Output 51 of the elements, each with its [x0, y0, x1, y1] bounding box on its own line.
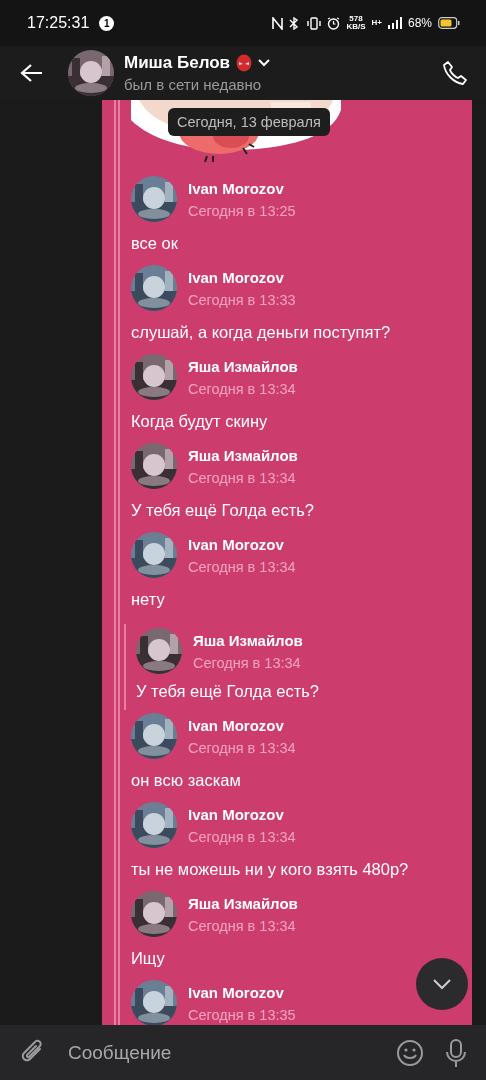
nfc-icon	[272, 16, 284, 30]
author-name: Ivan Morozov	[188, 535, 285, 553]
contact-name: Миша Белов	[124, 53, 231, 73]
author-name: Ivan Morozov	[188, 179, 285, 197]
contact-status: был в сети недавно	[124, 76, 263, 93]
message-time: Сегодня в 13:25	[188, 202, 296, 219]
mask-icon	[236, 54, 253, 72]
message-text: нету	[131, 589, 165, 610]
back-button[interactable]	[20, 63, 44, 83]
author-name: Яша Измайлов	[188, 446, 298, 464]
battery-percent: 68%	[407, 16, 432, 30]
message-text: все ок	[131, 233, 178, 254]
message-time: Сегодня в 13:34	[188, 828, 296, 845]
vibrate-icon	[307, 16, 322, 30]
message-time: Сегодня в 13:33	[188, 291, 296, 308]
message-text: Ищу	[131, 948, 165, 969]
message-time: Сегодня в 13:34	[188, 469, 297, 486]
message-composer[interactable]: Сообщение	[0, 1025, 486, 1080]
battery-icon	[438, 17, 460, 29]
message-time: Сегодня в 13:34	[188, 739, 296, 756]
chevron-down-icon[interactable]	[258, 59, 271, 67]
call-button[interactable]	[442, 60, 468, 86]
message-text: он всю заскам	[131, 770, 241, 791]
chevron-down-icon	[432, 978, 452, 990]
speed-unit: KB/S	[346, 22, 366, 31]
network-speed: 578	[349, 14, 363, 23]
message-text: слушай, а когда деньги поступят?	[131, 322, 391, 343]
author-name: Яша Измайлов	[188, 894, 298, 912]
author-name: Яша Измайлов	[188, 357, 298, 375]
author-name: Ivan Morozov	[188, 716, 285, 734]
message-text: ты не можешь ни у кого взять 480р?	[131, 859, 409, 880]
alarm-icon	[327, 16, 341, 30]
clock: 17:25:31	[27, 14, 90, 32]
emoji-button[interactable]	[396, 1038, 424, 1067]
message-time: Сегодня в 13:34	[188, 380, 297, 397]
message-time: Сегодня в 13:34	[193, 654, 302, 671]
signal-icon	[387, 17, 402, 29]
message-time: Сегодня в 13:34	[188, 558, 296, 575]
message-text: У тебя ещё Голда есть?	[131, 500, 314, 521]
message-input[interactable]: Сообщение	[66, 1040, 376, 1065]
network-type: H+	[371, 19, 382, 27]
notification-badge: 1	[99, 15, 115, 31]
author-name: Яша Измайлов	[193, 631, 303, 649]
author-name: Ivan Morozov	[188, 268, 285, 286]
message-time: Сегодня в 13:34	[188, 917, 297, 934]
message-text: Когда будут скину	[131, 411, 268, 432]
message-text: У тебя ещё Голда есть?	[136, 680, 319, 702]
microphone-button[interactable]	[444, 1037, 468, 1068]
message-time: Сегодня в 13:35	[188, 1006, 296, 1023]
author-name: Ivan Morozov	[188, 805, 285, 823]
author-name: Ivan Morozov	[188, 983, 285, 1001]
